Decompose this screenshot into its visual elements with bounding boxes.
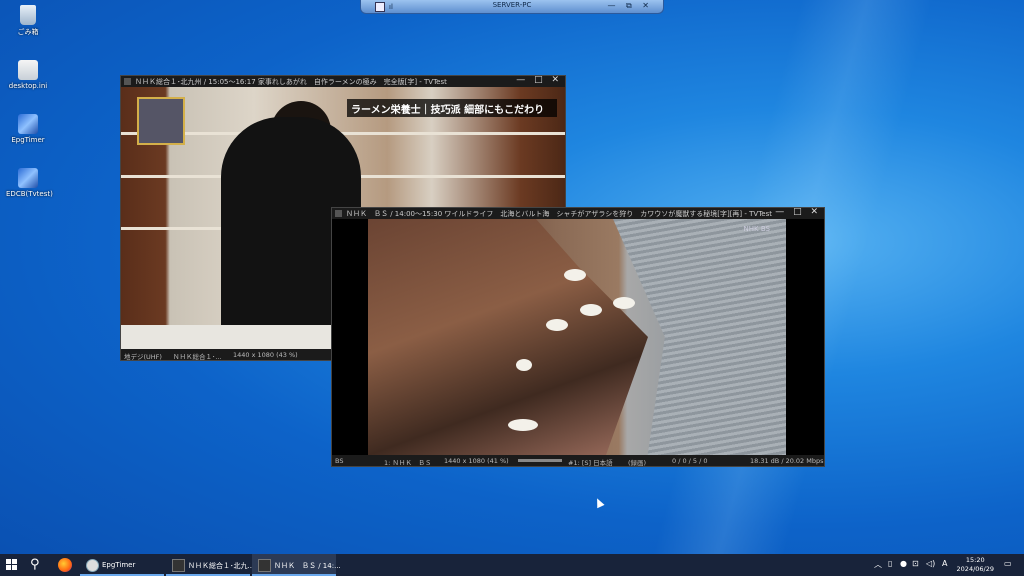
settings-file-icon [18, 60, 38, 80]
status-source: BS [335, 457, 344, 465]
status-source: 地デジ(UHF) [124, 353, 162, 361]
system-tray: ︿ ▯ ● ⊡ ◁) A 15:20 2024/06/29 ▭ [874, 554, 1024, 576]
network-icon[interactable]: ⊡ [912, 559, 919, 568]
tvtest-app-icon [258, 559, 271, 572]
ime-indicator[interactable]: A [942, 559, 947, 568]
desktop-icon-desktop-ini[interactable]: desktop.ini [6, 60, 50, 90]
clock[interactable]: 15:20 2024/06/29 [957, 556, 994, 574]
status-resolution: 1440 x 1080 (41 %) [444, 457, 509, 465]
channel-watermark: NHK BS [743, 225, 770, 233]
broadcast-caption: ラーメン栄養士｜技巧派 細部にもこだわり [347, 99, 557, 117]
window-title: ＮＨＫ ＢＳ / 14:00～15:30 ワイルドライフ 北海とバルト海 シャチ… [346, 210, 772, 218]
clock-time: 15:20 [965, 556, 985, 564]
gannet [546, 319, 568, 331]
window-controls[interactable]: — □ ✕ [516, 75, 562, 85]
app-tray-icon[interactable]: ● [900, 559, 907, 568]
status-channel: ＮＨＫ総合１･… [173, 353, 222, 361]
cliff [368, 219, 648, 455]
status-channel: 1: ＮＨＫ ＢＳ [384, 459, 432, 467]
taskbar-item-tvtest-bs[interactable]: ＮＨＫ ＢＳ / 14:... [252, 554, 341, 576]
gannet [516, 359, 532, 371]
window-title: ＮＨＫ総合１･北九州 / 15:05～16:17 家事れしあがれ 自作ラーメンの… [135, 78, 447, 86]
clock-date: 2024/06/29 [956, 565, 994, 573]
start-button[interactable] [6, 559, 18, 571]
inset-video [137, 97, 185, 145]
rdp-window-controls[interactable]: — ⧉ ✕ [607, 1, 653, 11]
taskbar-item-tvtest-sogo[interactable]: ＮＨＫ総合１･北九... [166, 554, 254, 576]
status-audio-mode: (録画) [628, 459, 647, 467]
pen-shortcut-icon [18, 114, 38, 134]
clock-app-icon [86, 559, 99, 572]
search-icon[interactable]: ⚲ [30, 557, 40, 572]
desktop-icon-recycle-bin[interactable]: ごみ箱 [6, 5, 50, 37]
notification-icon[interactable]: ▭ [1004, 559, 1012, 568]
status-bar: BS 1: ＮＨＫ ＢＳ 1440 x 1080 (41 %) #1: [S] … [332, 455, 824, 467]
taskbar-item-epgtimer[interactable]: EpgTimer [80, 554, 164, 576]
gannet [613, 297, 635, 309]
usb-icon[interactable]: ▯ [888, 559, 892, 568]
pen-shortcut-icon [18, 168, 38, 188]
desktop-icon-epgtimer[interactable]: EpgTimer [6, 114, 50, 144]
status-signal: 18.31 dB / 20.02 Mbps [750, 457, 824, 465]
gannet [580, 304, 602, 316]
tvtest-window-nhk-bs[interactable]: ＮＨＫ ＢＳ / 14:00～15:30 ワイルドライフ 北海とバルト海 シャチ… [331, 207, 825, 467]
app-icon [335, 210, 342, 217]
taskbar: ⚲ EpgTimer ＮＨＫ総合１･北九... ＮＨＫ ＢＳ / 14:... … [0, 554, 1024, 576]
title-bar[interactable]: ＮＨＫ総合１･北九州 / 15:05～16:17 家事れしあがれ 自作ラーメンの… [121, 75, 565, 87]
recycle-bin-icon [20, 5, 36, 25]
status-errors: 0 / 0 / 5 / 0 [672, 457, 708, 465]
window-controls[interactable]: — □ ✕ [775, 207, 821, 217]
gannet [508, 419, 538, 431]
chevron-up-icon[interactable]: ︿ [874, 559, 882, 570]
status-resolution: 1440 x 1080 (43 %) [233, 351, 298, 359]
video-frame: NHK BS [368, 219, 786, 455]
video-area[interactable]: NHK BS [332, 219, 824, 455]
remote-desktop-bar[interactable]: ıl SERVER-PC — ⧉ ✕ [360, 0, 664, 14]
gannet [564, 269, 586, 281]
firefox-icon[interactable] [58, 558, 72, 572]
tvtest-app-icon [172, 559, 185, 572]
volume-icon[interactable]: ◁) [926, 559, 935, 568]
desktop-icon-edcb[interactable]: EDCB(Tvtest) [6, 168, 53, 198]
title-bar[interactable]: ＮＨＫ ＢＳ / 14:00～15:30 ワイルドライフ 北海とバルト海 シャチ… [332, 207, 824, 219]
volume-slider[interactable] [518, 459, 562, 462]
app-icon [124, 78, 131, 85]
status-audio: #1: [S] 日本語 [568, 459, 613, 467]
